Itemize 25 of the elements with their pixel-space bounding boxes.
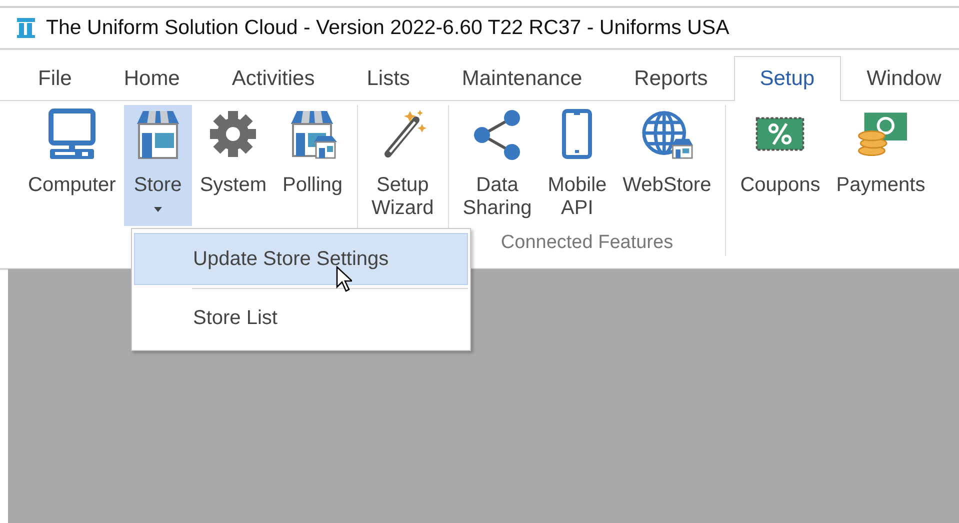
ribbon-button[interactable]: Payments [828, 105, 934, 203]
menu-tab[interactable]: Maintenance [436, 56, 608, 100]
menu-item[interactable]: Store List [134, 292, 468, 344]
ribbon-button[interactable]: System [192, 105, 274, 226]
menu-tab[interactable]: Activities [206, 56, 341, 100]
menu-tab[interactable]: Home [98, 56, 206, 100]
ribbon-button[interactable]: WebStore [614, 105, 720, 226]
ribbon-button[interactable]: Setup Wizard [364, 105, 442, 226]
menu-tab[interactable]: File [12, 56, 98, 100]
menu-item[interactable]: Update Store Settings [134, 233, 468, 285]
ribbon-button[interactable]: Store [124, 105, 192, 226]
menu-tab[interactable]: Reports [608, 56, 734, 100]
ribbon-button[interactable]: Data Sharing [454, 105, 540, 226]
menu-tab[interactable]: Window [840, 56, 959, 100]
app-logo-icon [16, 17, 36, 39]
globe-store-icon [640, 108, 693, 160]
computer-icon [46, 108, 98, 160]
window-title: The Uniform Solution Cloud - Version 2022-6.60 T22 RC37 - Uniforms USA [46, 16, 730, 40]
ribbon-button[interactable]: Polling [274, 105, 351, 226]
ribbon-button[interactable]: Mobile API [540, 105, 615, 226]
ribbon-button[interactable]: Coupons [732, 105, 828, 203]
menu-tab[interactable]: Setup [734, 56, 841, 101]
group-label: Connected Features [500, 232, 674, 255]
menu-tab[interactable]: Lists [340, 56, 436, 100]
ribbon-button[interactable]: Computer [20, 105, 124, 226]
